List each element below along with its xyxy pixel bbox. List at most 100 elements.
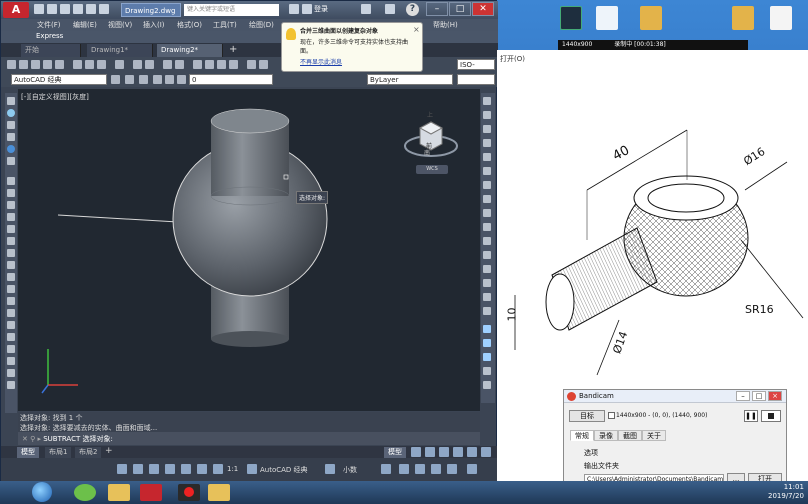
tool-properties-icon[interactable] [193,60,202,69]
tool-calc-icon[interactable] [247,60,256,69]
selection-filter-icon[interactable] [197,464,207,474]
explode-icon[interactable] [483,307,491,315]
3dosnap-icon[interactable] [165,464,175,474]
snap-icon[interactable] [425,447,435,457]
desktop-archive-icon-2[interactable] [732,6,754,30]
break-icon[interactable] [483,251,491,259]
status-model-button[interactable]: 模型 [384,447,406,458]
tab-express[interactable]: Express [36,32,63,40]
otrack-icon[interactable] [481,447,491,457]
target-button[interactable]: 目标 [569,410,605,422]
selection-cycling-icon[interactable] [149,464,159,474]
wechat-icon[interactable] [74,484,96,501]
lock-icon[interactable] [177,75,186,84]
workspace-status[interactable]: AutoCAD 经典 [260,465,308,475]
menu-file[interactable]: 文件(F) [37,20,61,30]
close-button[interactable]: ✕ [472,2,494,16]
command-prompt[interactable]: SUBTRACT 选择对象: [43,435,113,443]
tab-layout1[interactable]: 布局1 [45,447,72,458]
menu-help[interactable]: 帮助(H) [433,20,458,30]
folder-taskbar-icon[interactable] [208,484,230,501]
bandicam-taskbar-icon[interactable] [178,484,200,501]
polyline-icon[interactable] [7,177,15,185]
cart-icon[interactable] [361,4,371,14]
menu-edit[interactable]: 编辑(E) [73,20,97,30]
layer-combo[interactable]: 0 [189,74,273,85]
tab-layout2[interactable]: 布局2 [75,447,102,458]
rotate-icon[interactable] [483,181,491,189]
cylinder-icon[interactable] [7,133,15,141]
start-button-icon[interactable] [32,482,52,502]
isolate-objects-icon[interactable] [415,464,425,474]
ellipse-icon[interactable] [7,261,15,269]
tool-sheetset-icon[interactable] [229,60,238,69]
erase-icon[interactable] [483,97,491,105]
circle-icon[interactable] [7,225,15,233]
maximize-button[interactable]: □ [449,2,471,16]
revolve-icon[interactable] [483,381,491,389]
bandicam-maximize-button[interactable]: □ [752,391,766,401]
move-icon[interactable] [483,167,491,175]
region-icon[interactable] [7,345,15,353]
extend-icon[interactable] [483,237,491,245]
extrude-icon[interactable] [483,367,491,375]
pause-button[interactable]: ❚❚ [744,410,758,422]
tool-palettes-icon[interactable] [217,60,226,69]
color-combo[interactable]: ByLayer [367,74,453,85]
grid-icon[interactable] [411,447,421,457]
fullscreen-checkbox[interactable] [608,412,615,419]
autocad-taskbar-icon[interactable] [140,484,162,501]
tab-general[interactable]: 常规 [570,430,594,441]
trim-icon[interactable] [483,223,491,231]
tool-copy-icon[interactable] [85,60,94,69]
desktop-file-icon[interactable] [770,6,792,30]
polygon-icon[interactable] [7,189,15,197]
tab-video[interactable]: 录像 [594,430,618,441]
workspace-gear-icon[interactable] [247,464,257,474]
tool-cut-icon[interactable] [73,60,82,69]
menu-tools[interactable]: 工具(T) [213,20,237,30]
mtext-icon[interactable] [7,369,15,377]
tab-start[interactable]: 开始 [21,44,81,57]
minimize-button[interactable]: – [426,2,448,16]
units-status[interactable]: 小数 [343,465,357,475]
explorer-folder-icon[interactable] [108,484,130,501]
close-icon[interactable]: × [413,25,420,34]
globe-icon[interactable] [7,145,15,153]
lock-ui-icon[interactable] [399,464,409,474]
print-icon[interactable] [86,4,96,14]
quick-properties-icon[interactable] [381,464,391,474]
scale-icon[interactable] [483,195,491,203]
tab-image[interactable]: 截图 [618,430,642,441]
wcs-menu[interactable]: WCS [416,165,448,174]
mirror-icon[interactable] [483,125,491,133]
new-tab-button[interactable]: + [229,44,241,56]
tab-model[interactable]: 模型 [17,447,39,458]
lightbulb-icon[interactable] [153,75,162,84]
customize-icon[interactable] [467,464,477,474]
arc-icon[interactable] [7,213,15,221]
intersect-icon[interactable] [483,353,491,361]
offset-icon[interactable] [483,139,491,147]
layer-state-icon[interactable] [139,75,148,84]
torus-icon[interactable] [7,157,15,165]
login-label[interactable]: 登录 [314,4,328,14]
dynamic-ucs-icon[interactable] [181,464,191,474]
tab-about[interactable]: 关于 [642,430,666,441]
subtract-icon[interactable] [483,339,491,347]
stretch-icon[interactable] [483,209,491,217]
spline-icon[interactable] [7,249,15,257]
new-icon[interactable] [34,4,44,14]
tool-paste-icon[interactable] [97,60,106,69]
menu-draw[interactable]: 绘图(D) [249,20,274,30]
copy-icon[interactable] [483,111,491,119]
polar-icon[interactable] [453,447,463,457]
desktop-app-icon[interactable] [560,6,582,30]
menu-view[interactable]: 视图(V) [108,20,132,30]
drawing-viewport[interactable]: [-][自定义视图][灰度] 选择对象: 上 前 南 WCS [18,89,480,411]
tool-pan-icon[interactable] [163,60,172,69]
lineweight-icon[interactable] [117,464,127,474]
array-icon[interactable] [483,153,491,161]
undo-icon[interactable] [99,4,109,14]
help-icon[interactable]: ? [406,3,419,16]
